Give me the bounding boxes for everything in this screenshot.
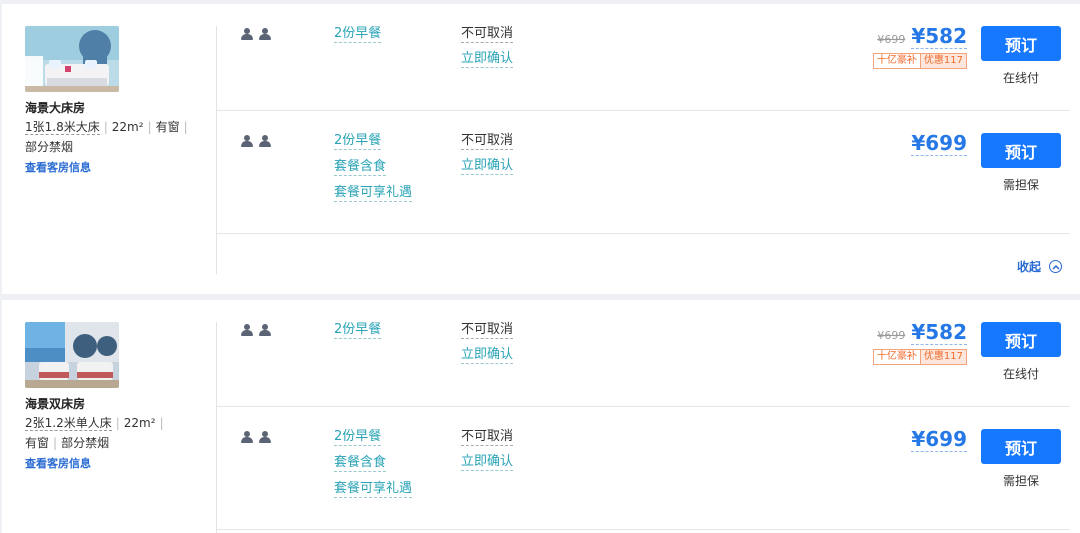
- confirm-policy[interactable]: 立即确认: [461, 51, 514, 68]
- confirm-policy[interactable]: 立即确认: [461, 454, 514, 471]
- payment-type: 在线付: [1002, 367, 1039, 381]
- promo-tag-discount: 优惠117: [920, 53, 967, 69]
- collapse-button[interactable]: 收起: [1017, 258, 1062, 275]
- book-button[interactable]: 预订: [981, 429, 1061, 464]
- cancel-policy[interactable]: 不可取消: [461, 429, 514, 446]
- room-info: 海景大床房 1张1.8米大床 | 22m² | 有窗 | 部分禁烟 查看客房信息: [25, 26, 205, 175]
- original-price: ¥699: [877, 33, 906, 46]
- smoking-info: 部分禁烟: [25, 140, 74, 154]
- room-specs: 2张1.2米单人床 | 22m² | 有窗 | 部分禁烟: [25, 416, 164, 450]
- room-area: 22m²: [123, 416, 156, 430]
- confirm-policy[interactable]: 立即确认: [461, 158, 514, 175]
- package-meal-link[interactable]: 套餐含食: [334, 159, 387, 176]
- promo-tag-subsidy: 十亿豪补: [872, 349, 921, 365]
- window-info: 有窗: [155, 120, 180, 134]
- cancel-policy[interactable]: 不可取消: [461, 322, 514, 339]
- room-card-sea-view-double: 海景大床房 1张1.8米大床 | 22m² | 有窗 | 部分禁烟 查看客房信息 2份早餐…: [2, 4, 1080, 294]
- rate-row: 2份早餐 套餐含食 套餐可享礼遇 不可取消 立即确认 ¥699 预订 需担保: [217, 407, 1070, 530]
- room-area: 22m²: [111, 120, 144, 134]
- breakfast-link[interactable]: 2份早餐: [334, 429, 382, 446]
- person-icon: [259, 135, 271, 147]
- rate-row: 2份早餐 不可取消 立即确认 ¥699 ¥582 十亿豪补 优惠117 预订 在…: [217, 300, 1070, 407]
- breakfast-link[interactable]: 2份早餐: [334, 133, 382, 150]
- window-info: 有窗: [25, 436, 50, 450]
- booking: 预订 在线付: [981, 322, 1061, 382]
- view-room-info-link[interactable]: 查看客房信息: [25, 455, 91, 471]
- meal-info: 2份早餐: [334, 322, 382, 348]
- person-icon: [259, 28, 271, 40]
- bed-type[interactable]: 2张1.2米单人床: [25, 416, 112, 431]
- booking: 预订 需担保: [981, 429, 1061, 489]
- book-button[interactable]: 预订: [981, 322, 1061, 357]
- current-price[interactable]: ¥582: [911, 320, 967, 345]
- payment-type: 在线付: [1002, 71, 1039, 85]
- rate-row: 2份早餐 不可取消 立即确认 ¥699 ¥582 十亿豪补 优惠117 预订 在…: [217, 4, 1070, 111]
- meal-info: 2份早餐 套餐含食 套餐可享礼遇: [334, 429, 413, 507]
- current-price[interactable]: ¥699: [911, 131, 967, 156]
- bed-type[interactable]: 1张1.8米大床: [25, 120, 100, 135]
- room-name: 海景双床房: [25, 397, 86, 411]
- promo-tags: 十亿豪补 优惠117: [872, 349, 967, 365]
- booking: 预订 需担保: [981, 133, 1061, 193]
- room-name: 海景大床房: [25, 101, 86, 115]
- price-box: ¥699: [911, 427, 967, 452]
- smoking-info: 部分禁烟: [61, 436, 110, 450]
- promo-tag-discount: 优惠117: [920, 349, 967, 365]
- book-button[interactable]: 预订: [981, 133, 1061, 168]
- package-meal-link[interactable]: 套餐含食: [334, 455, 387, 472]
- price-box: ¥699 ¥582 十亿豪补 优惠117: [872, 24, 967, 69]
- guest-count: [241, 324, 271, 336]
- original-price: ¥699: [877, 329, 906, 342]
- room-specs: 1张1.8米大床 | 22m² | 有窗 | 部分禁烟: [25, 120, 188, 154]
- package-perk-link[interactable]: 套餐可享礼遇: [334, 185, 413, 202]
- chevron-up-icon: [1049, 260, 1062, 273]
- room-photo[interactable]: [25, 26, 119, 92]
- room-info: 海景双床房 2张1.2米单人床 | 22m² | 有窗 | 部分禁烟 查看客房信息: [25, 322, 205, 471]
- guest-count: [241, 431, 271, 443]
- policy-info: 不可取消 立即确认: [461, 322, 514, 364]
- confirm-policy[interactable]: 立即确认: [461, 347, 514, 364]
- collapse-label: 收起: [1016, 260, 1041, 274]
- payment-type: 需担保: [1002, 474, 1039, 488]
- cancel-policy[interactable]: 不可取消: [461, 26, 514, 43]
- price-box: ¥699 ¥582 十亿豪补 优惠117: [872, 320, 967, 365]
- breakfast-link[interactable]: 2份早餐: [334, 26, 382, 43]
- person-icon: [241, 135, 253, 147]
- meal-info: 2份早餐 套餐含食 套餐可享礼遇: [334, 133, 413, 211]
- room-card-sea-view-twin: 海景双床房 2张1.2米单人床 | 22m² | 有窗 | 部分禁烟 查看客房信息 2份早…: [2, 300, 1080, 533]
- view-room-info-link[interactable]: 查看客房信息: [25, 159, 91, 175]
- price-box: ¥699: [911, 131, 967, 156]
- policy-info: 不可取消 立即确认: [461, 429, 514, 471]
- book-button[interactable]: 预订: [981, 26, 1061, 61]
- booking: 预订 在线付: [981, 26, 1061, 86]
- policy-info: 不可取消 立即确认: [461, 133, 514, 175]
- cancel-policy[interactable]: 不可取消: [461, 133, 514, 150]
- person-icon: [259, 324, 271, 336]
- rate-row: 2份早餐 套餐含食 套餐可享礼遇 不可取消 立即确认 ¥699 预订 需担保: [217, 111, 1070, 234]
- person-icon: [241, 28, 253, 40]
- guest-count: [241, 135, 271, 147]
- person-icon: [241, 431, 253, 443]
- breakfast-link[interactable]: 2份早餐: [334, 322, 382, 339]
- payment-type: 需担保: [1002, 178, 1039, 192]
- current-price[interactable]: ¥699: [911, 427, 967, 452]
- current-price[interactable]: ¥582: [911, 24, 967, 49]
- policy-info: 不可取消 立即确认: [461, 26, 514, 68]
- person-icon: [259, 431, 271, 443]
- package-perk-link[interactable]: 套餐可享礼遇: [334, 481, 413, 498]
- promo-tags: 十亿豪补 优惠117: [872, 53, 967, 69]
- promo-tag-subsidy: 十亿豪补: [872, 53, 921, 69]
- guest-count: [241, 28, 271, 40]
- room-photo[interactable]: [25, 322, 119, 388]
- meal-info: 2份早餐: [334, 26, 382, 52]
- person-icon: [241, 324, 253, 336]
